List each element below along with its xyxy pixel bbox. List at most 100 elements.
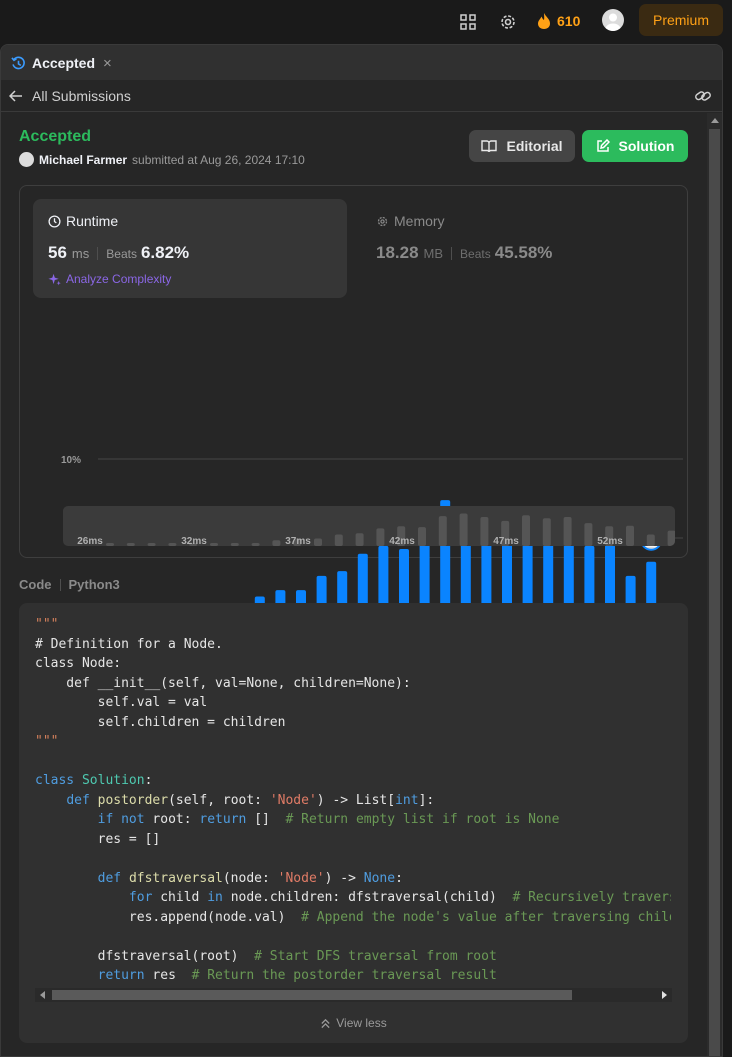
runtime-card[interactable]: Runtime 56 ms Beats 6.82% Analyze Comple… bbox=[33, 199, 347, 298]
runtime-beats-label: Beats bbox=[106, 247, 137, 261]
code-line: class Solution: bbox=[35, 773, 153, 788]
streak-count: 610 bbox=[557, 13, 581, 29]
minimap-bar bbox=[147, 543, 156, 546]
code-line: def postorder(self, root: 'Node') -> Lis… bbox=[66, 792, 435, 808]
minimap-tick-label: 52ms bbox=[597, 536, 623, 546]
minimap-bar bbox=[563, 516, 572, 546]
minimap-bar bbox=[418, 527, 426, 546]
minimap-bar bbox=[522, 515, 530, 546]
code-line: class Node: bbox=[35, 656, 122, 671]
all-submissions-label: All Submissions bbox=[32, 88, 131, 104]
y-tick-label: 10% bbox=[61, 455, 81, 466]
fire-icon bbox=[538, 13, 550, 29]
submission-author: Michael Farmer submitted at Aug 26, 2024… bbox=[19, 152, 305, 167]
minimap-bar bbox=[667, 530, 675, 546]
memory-unit: MB bbox=[423, 246, 444, 261]
scroll-left-icon[interactable] bbox=[40, 991, 45, 999]
code-line: """ bbox=[35, 734, 59, 749]
link-icon[interactable] bbox=[694, 87, 712, 110]
minimap-bar bbox=[334, 534, 343, 546]
code-block[interactable]: """ # Definition for a Node. class Node: d… bbox=[35, 615, 671, 985]
author-avatar[interactable] bbox=[19, 152, 34, 167]
tab-label: Accepted bbox=[32, 55, 96, 71]
code-line: def dfstraversal(node: 'Node') -> None: bbox=[97, 870, 403, 886]
runtime-value: 56 bbox=[48, 243, 67, 262]
minimap-bar bbox=[626, 525, 634, 546]
scroll-thumb[interactable] bbox=[709, 129, 720, 1056]
minimap-bar bbox=[646, 534, 655, 546]
minimap-bar bbox=[126, 543, 135, 546]
vertical-scrollbar[interactable] bbox=[707, 113, 722, 1056]
minimap-bar bbox=[106, 543, 114, 546]
analyze-complexity-button[interactable]: Analyze Complexity bbox=[48, 272, 171, 286]
minimap-tick-label: 42ms bbox=[389, 536, 415, 546]
minimap-tick-label: 26ms bbox=[77, 536, 103, 546]
solution-label: Solution bbox=[618, 138, 675, 154]
hscroll-thumb[interactable] bbox=[52, 990, 572, 1000]
minimap-bar bbox=[230, 543, 239, 546]
analyze-label: Analyze Complexity bbox=[66, 272, 172, 286]
code-line: self.val = val bbox=[35, 695, 208, 710]
code-line: for child in node.children: dfstraversal… bbox=[128, 890, 671, 905]
premium-button[interactable]: Premium bbox=[639, 4, 723, 36]
layout-icon[interactable] bbox=[457, 11, 479, 33]
history-icon bbox=[11, 55, 25, 69]
runtime-title: Runtime bbox=[48, 213, 118, 229]
editorial-button[interactable]: Editorial bbox=[469, 130, 575, 162]
memory-card[interactable]: Memory 18.28 MB Beats 45.58% bbox=[374, 199, 674, 298]
gear-icon[interactable] bbox=[497, 11, 519, 33]
minimap-bar bbox=[584, 523, 593, 546]
code-line: return res # Return the postorder traver… bbox=[97, 968, 497, 983]
submission-status: Accepted bbox=[19, 128, 92, 145]
minimap-bar bbox=[459, 513, 468, 546]
book-icon bbox=[481, 140, 498, 153]
close-icon[interactable]: × bbox=[103, 55, 112, 72]
minimap-bar bbox=[376, 528, 385, 546]
all-submissions-link[interactable]: All Submissions bbox=[9, 88, 131, 104]
scroll-up-icon[interactable] bbox=[711, 118, 719, 123]
performance-stats: Runtime 56 ms Beats 6.82% Analyze Comple… bbox=[19, 185, 688, 636]
code-header: Code Python3 bbox=[19, 577, 120, 592]
runtime-unit: ms bbox=[71, 246, 90, 261]
code-line: def __init__(self, val=None, children=No… bbox=[35, 675, 411, 691]
tab-accepted[interactable]: Accepted × bbox=[11, 53, 112, 73]
minimap-bar bbox=[168, 543, 177, 546]
memory-value: 18.28 bbox=[376, 243, 419, 262]
code-viewer: """ # Definition for a Node. class Node: d… bbox=[19, 603, 688, 1043]
code-label: Code bbox=[19, 577, 52, 592]
code-line: if not root: return [] # Return empty li… bbox=[97, 812, 560, 827]
memory-title: Memory bbox=[376, 213, 445, 229]
top-bar: 610 Premium bbox=[0, 0, 732, 44]
minimap-tick-label: 37ms bbox=[285, 536, 311, 546]
code-line: res = [] bbox=[35, 831, 161, 847]
avatar[interactable] bbox=[602, 9, 624, 31]
chart-range-selector[interactable]: 26ms 32ms 37ms 42ms 47ms 52ms bbox=[63, 506, 675, 546]
solution-button[interactable]: Solution bbox=[582, 130, 688, 162]
horizontal-scrollbar[interactable] bbox=[35, 988, 672, 1002]
minimap-bar bbox=[314, 538, 322, 546]
minimap-bar bbox=[272, 540, 281, 546]
scroll-right-icon[interactable] bbox=[662, 991, 667, 999]
minimap-tick-label: 32ms bbox=[181, 536, 207, 546]
divider bbox=[59, 578, 61, 591]
streak-counter[interactable]: 610 bbox=[537, 10, 580, 32]
memory-metric: 18.28 MB Beats 45.58% bbox=[376, 243, 552, 263]
tab-bar: Accepted × bbox=[1, 45, 722, 80]
runtime-metric: 56 ms Beats 6.82% bbox=[48, 243, 189, 263]
editorial-label: Editorial bbox=[506, 138, 563, 154]
edit-icon bbox=[596, 139, 610, 152]
author-name[interactable]: Michael Farmer bbox=[39, 153, 127, 167]
chevrons-up-icon bbox=[321, 1018, 330, 1028]
runtime-label: Runtime bbox=[66, 213, 119, 229]
memory-beats-label: Beats bbox=[460, 247, 491, 261]
view-less-button[interactable]: View less bbox=[19, 1016, 688, 1030]
sparkle-icon bbox=[48, 273, 61, 285]
memory-beats-value: 45.58% bbox=[494, 243, 553, 262]
submission-panel: Accepted × All Submissions Accepted Mich… bbox=[0, 44, 723, 1057]
divider bbox=[451, 246, 453, 260]
runtime-beats-value: 6.82% bbox=[140, 243, 190, 262]
view-less-label: View less bbox=[336, 1016, 387, 1030]
arrow-left-icon bbox=[9, 90, 22, 102]
